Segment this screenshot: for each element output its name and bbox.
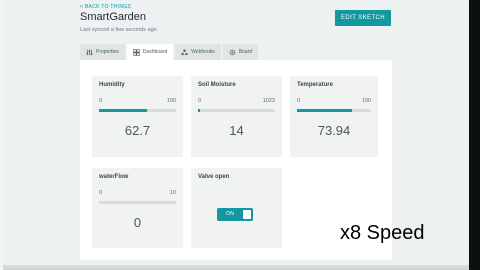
widget-waterflow: waterFlow 0 10 0 (92, 168, 183, 248)
tab-label: Webhooks (191, 49, 215, 55)
gauge-track (198, 109, 275, 112)
playback-speed-overlay: x8 Speed (340, 222, 425, 244)
tab-properties[interactable]: Properties (80, 44, 125, 60)
widget-humidity: Humidity 0 100 62.7 (92, 76, 183, 157)
tab-dashboard[interactable]: Dashboard (126, 44, 174, 60)
sliders-icon (86, 49, 93, 55)
bottom-shadow (3, 265, 469, 270)
widget-soil-moisture: Soil Moisture 0 1023 14 (191, 76, 282, 157)
sync-status: Last synced a few seconds ago (80, 27, 157, 33)
tab-label: Board (238, 49, 253, 55)
valve-toggle-switch[interactable]: ON (217, 208, 253, 221)
range-max: 10 (169, 190, 176, 196)
widget-title: waterFlow (99, 174, 129, 180)
toggle-state-label: ON (226, 211, 235, 217)
widget-value: 14 (229, 123, 244, 138)
gauge-track (297, 109, 371, 112)
webhooks-icon (181, 49, 188, 55)
tab-label: Properties (96, 49, 119, 55)
range-max: 1023 (262, 98, 275, 104)
widget-title: Valve open (198, 174, 230, 180)
gauge-track (99, 109, 176, 112)
gear-icon (229, 49, 236, 55)
gauge-track (99, 201, 176, 204)
range-min: 0 (99, 190, 103, 196)
gauge-fill (297, 109, 352, 112)
widget-title: Temperature (297, 82, 333, 88)
tab-label: Dashboard (142, 49, 168, 55)
widget-temperature: Temperature 0 100 73.94 (290, 76, 378, 157)
range-min: 0 (297, 98, 301, 104)
widget-title: Humidity (99, 82, 125, 88)
tab-bar: Properties Dashboard Webhooks Board (80, 44, 259, 60)
range-max: 100 (166, 98, 176, 104)
window-edge (469, 0, 480, 270)
tab-board[interactable]: Board (222, 44, 259, 60)
widget-value: 62.7 (124, 123, 151, 138)
widget-title: Soil Moisture (198, 82, 236, 88)
dashboard-icon (133, 48, 140, 56)
widget-value: 0 (133, 215, 142, 230)
range-min: 0 (198, 98, 202, 104)
range-max: 100 (361, 98, 371, 104)
page-title: SmartGarden (80, 11, 147, 23)
edit-sketch-button[interactable]: EDIT SKETCH (335, 10, 391, 26)
tab-webhooks[interactable]: Webhooks (175, 44, 221, 60)
range-min: 0 (99, 98, 103, 104)
gauge-fill (198, 109, 201, 112)
toggle-knob (243, 210, 251, 219)
widget-value: 73.94 (317, 123, 351, 138)
back-to-things-link[interactable]: < BACK TO THINGS (80, 4, 131, 10)
gauge-fill (99, 109, 148, 112)
